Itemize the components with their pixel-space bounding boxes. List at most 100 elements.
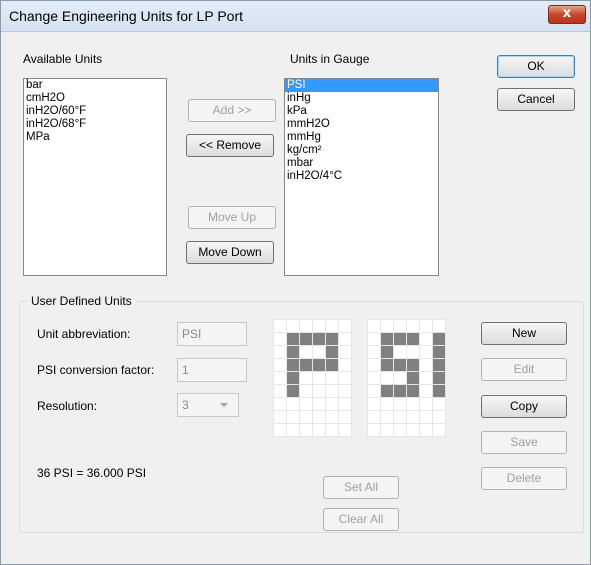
grid-cell[interactable] [406,345,420,359]
grid-cell[interactable] [286,345,300,359]
grid-cell[interactable] [432,319,446,333]
grid-cell[interactable] [367,397,381,411]
grid-cell[interactable] [367,345,381,359]
grid-cell[interactable] [380,319,394,333]
available-units-list[interactable]: bar cmH2O inH2O/60°F inH2O/68°F MPa [23,78,167,276]
grid-cell[interactable] [419,358,433,372]
grid-cell[interactable] [312,397,326,411]
grid-cell[interactable] [406,358,420,372]
list-item[interactable]: mmH2O [285,118,438,131]
grid-cell[interactable] [419,371,433,385]
grid-cell[interactable] [419,397,433,411]
new-button[interactable]: New [481,322,567,345]
grid-cell[interactable] [338,345,352,359]
grid-cell[interactable] [299,358,313,372]
grid-cell[interactable] [312,319,326,333]
grid-cell[interactable] [406,397,420,411]
grid-cell[interactable] [299,397,313,411]
grid-cell[interactable] [367,371,381,385]
grid-cell[interactable] [286,358,300,372]
list-item[interactable]: PSI [285,79,438,92]
grid-cell[interactable] [419,345,433,359]
grid-cell[interactable] [380,423,394,437]
grid-cell[interactable] [273,319,287,333]
grid-cell[interactable] [432,410,446,424]
grid-cell[interactable] [286,319,300,333]
grid-cell[interactable] [286,397,300,411]
grid-cell[interactable] [380,384,394,398]
grid-cell[interactable] [338,319,352,333]
grid-cell[interactable] [299,410,313,424]
grid-cell[interactable] [419,410,433,424]
grid-cell[interactable] [380,345,394,359]
grid-cell[interactable] [406,319,420,333]
grid-cell[interactable] [325,345,339,359]
grid-cell[interactable] [406,423,420,437]
remove-button[interactable]: << Remove [186,134,274,157]
save-button[interactable]: Save [481,431,567,454]
grid-cell[interactable] [393,345,407,359]
edit-button[interactable]: Edit [481,358,567,381]
grid-cell[interactable] [406,371,420,385]
grid-cell[interactable] [312,384,326,398]
grid-cell[interactable] [367,332,381,346]
list-item[interactable]: inH2O/4°C [285,170,438,183]
unit-abbreviation-field[interactable]: PSI [177,322,247,346]
list-item[interactable]: cmH2O [24,92,166,105]
grid-cell[interactable] [273,423,287,437]
grid-cell[interactable] [432,423,446,437]
grid-cell[interactable] [325,332,339,346]
grid-cell[interactable] [338,384,352,398]
list-item[interactable]: mbar [285,157,438,170]
grid-cell[interactable] [312,332,326,346]
move-up-button[interactable]: Move Up [188,206,276,229]
grid-cell[interactable] [367,410,381,424]
grid-cell[interactable] [393,397,407,411]
conversion-factor-field[interactable]: 1 [177,358,247,382]
grid-cell[interactable] [312,345,326,359]
grid-cell[interactable] [299,345,313,359]
grid-cell[interactable] [286,332,300,346]
grid-cell[interactable] [286,371,300,385]
grid-cell[interactable] [393,358,407,372]
list-item[interactable]: kPa [285,105,438,118]
grid-cell[interactable] [325,423,339,437]
grid-cell[interactable] [299,384,313,398]
grid-cell[interactable] [299,371,313,385]
grid-cell[interactable] [338,332,352,346]
grid-cell[interactable] [419,384,433,398]
grid-cell[interactable] [406,410,420,424]
grid-cell[interactable] [393,332,407,346]
grid-cell[interactable] [406,332,420,346]
move-down-button[interactable]: Move Down [186,241,274,264]
grid-cell[interactable] [432,397,446,411]
grid-cell[interactable] [338,410,352,424]
grid-cell[interactable] [325,397,339,411]
delete-button[interactable]: Delete [481,467,567,490]
grid-cell[interactable] [312,423,326,437]
grid-cell[interactable] [325,410,339,424]
grid-cell[interactable] [419,319,433,333]
grid-cell[interactable] [380,410,394,424]
grid-cell[interactable] [406,384,420,398]
grid-cell[interactable] [338,423,352,437]
grid-cell[interactable] [286,410,300,424]
grid-cell[interactable] [338,371,352,385]
close-button[interactable]: x [548,5,586,24]
grid-cell[interactable] [432,358,446,372]
set-all-button[interactable]: Set All [323,476,399,499]
list-item[interactable]: bar [24,79,166,92]
grid-cell[interactable] [367,319,381,333]
ok-button[interactable]: OK [497,55,575,78]
grid-cell[interactable] [393,423,407,437]
grid-cell[interactable] [367,358,381,372]
grid-cell[interactable] [393,410,407,424]
grid-cell[interactable] [286,384,300,398]
list-item[interactable]: mmHg [285,131,438,144]
list-item[interactable]: inH2O/68°F [24,118,166,131]
grid-cell[interactable] [380,397,394,411]
grid-cell[interactable] [273,384,287,398]
list-item[interactable]: inH2O/60°F [24,105,166,118]
resolution-select[interactable]: 3 [177,393,239,417]
cancel-button[interactable]: Cancel [497,88,575,111]
